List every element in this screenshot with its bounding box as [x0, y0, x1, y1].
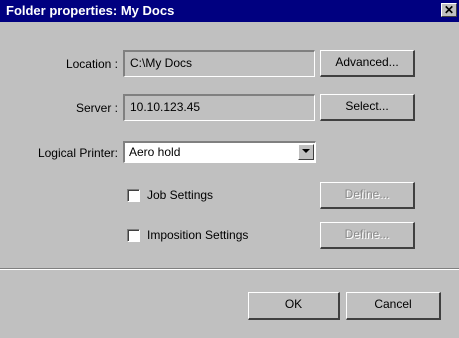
imposition-settings-label: Imposition Settings	[147, 228, 249, 242]
close-icon: ✕	[443, 3, 455, 17]
logical-printer-label: Logical Printer:	[37, 146, 118, 160]
dropdown-button[interactable]	[298, 144, 314, 160]
ok-button[interactable]: OK	[248, 292, 340, 320]
imposition-settings-checkbox[interactable]	[127, 229, 140, 242]
define-job-settings-button[interactable]: Define...	[320, 182, 415, 209]
window-title: Folder properties: My Docs	[6, 3, 175, 18]
advanced-button[interactable]: Advanced...	[320, 50, 415, 77]
location-label: Location :	[65, 57, 118, 71]
folder-properties-dialog: Folder properties: My Docs ✕ Location : …	[0, 0, 459, 338]
logical-printer-select[interactable]: Aero hold	[123, 141, 316, 163]
job-settings-option[interactable]: Job Settings	[127, 187, 277, 205]
title-bar[interactable]: Folder properties: My Docs ✕	[0, 0, 459, 22]
select-server-button[interactable]: Select...	[320, 94, 415, 121]
chevron-down-icon	[302, 149, 310, 153]
separator	[0, 268, 459, 270]
logical-printer-value: Aero hold	[129, 145, 181, 159]
define-imposition-settings-button[interactable]: Define...	[320, 222, 415, 249]
server-field: 10.10.123.45	[123, 94, 315, 121]
location-field: C:\My Docs	[123, 50, 315, 77]
server-label: Server :	[75, 101, 118, 115]
job-settings-label: Job Settings	[147, 188, 214, 202]
imposition-settings-option[interactable]: Imposition Settings	[127, 227, 297, 245]
close-button[interactable]: ✕	[441, 3, 457, 17]
job-settings-checkbox[interactable]	[127, 189, 140, 202]
cancel-button[interactable]: Cancel	[346, 292, 441, 320]
